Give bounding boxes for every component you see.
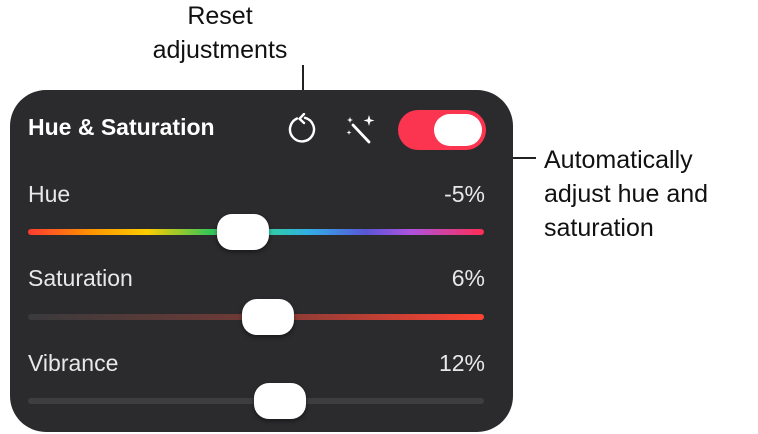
vibrance-label: Vibrance [28, 350, 119, 376]
hue-saturation-panel: Hue & Saturation Hue -5% Saturation 6% V… [10, 90, 513, 432]
callout-reset-adjustments: Reset adjustments [152, 2, 288, 64]
saturation-slider-thumb[interactable] [242, 299, 294, 335]
hue-label: Hue [28, 181, 71, 207]
panel-title: Hue & Saturation [28, 114, 215, 140]
auto-adjust-button[interactable] [344, 113, 378, 147]
toggle-knob [434, 114, 482, 146]
vibrance-value: 12% [438, 350, 485, 376]
reset-adjustments-button[interactable] [285, 112, 319, 147]
callout-auto-adjust: Automatically adjust hue and saturation [544, 146, 709, 242]
vibrance-slider-thumb[interactable] [254, 383, 306, 419]
magic-wand-icon [346, 115, 375, 144]
reset-circular-arrow-icon [288, 112, 316, 143]
hue-value: -5% [444, 181, 485, 207]
saturation-value: 6% [451, 265, 485, 291]
adjustments-toggle[interactable] [398, 110, 486, 150]
hue-slider-thumb[interactable] [217, 214, 269, 250]
saturation-label: Saturation [28, 265, 133, 291]
